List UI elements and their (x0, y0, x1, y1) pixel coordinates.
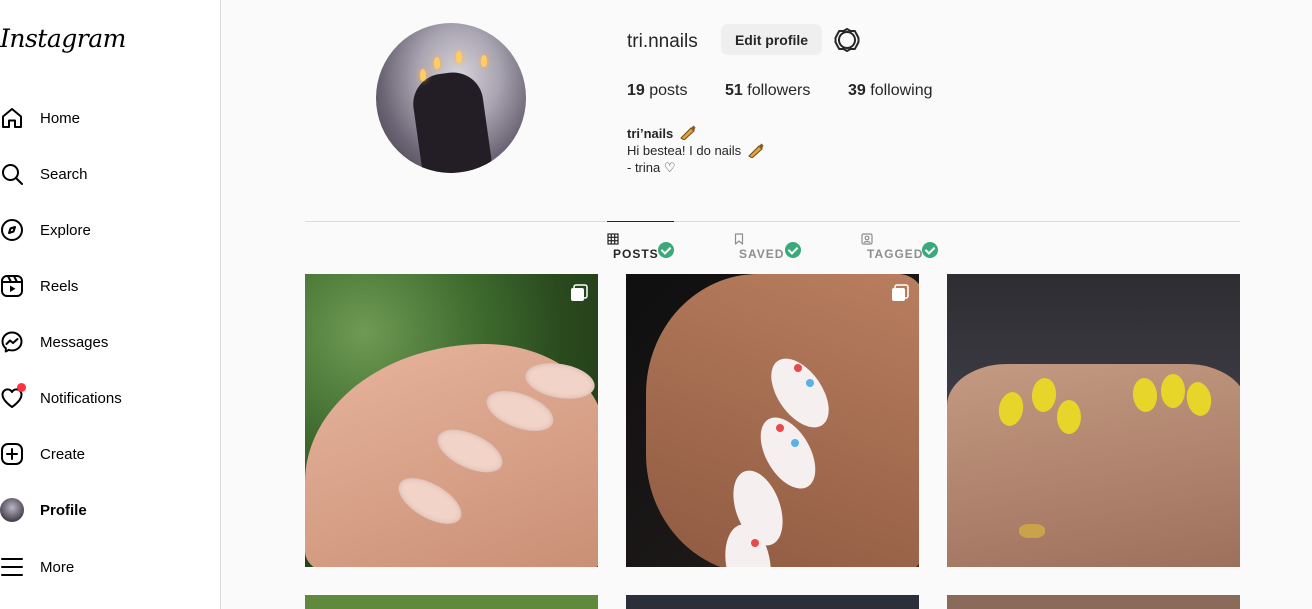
sidebar-item-notifications[interactable]: Notifications (0, 378, 210, 418)
multiple-images-icon (570, 284, 588, 302)
post-thumbnail[interactable] (626, 595, 919, 609)
sidebar-item-label: More (40, 558, 75, 576)
bio-line-2: - trina ♡ (627, 160, 676, 175)
hamburger-icon (0, 555, 24, 579)
sidebar-item-label: Notifications (40, 389, 122, 407)
search-icon (0, 162, 24, 186)
sidebar-item-search[interactable]: Search (0, 154, 210, 194)
settings-gear-icon[interactable] (834, 27, 860, 53)
heart-icon (0, 383, 26, 410)
sidebar: Instagram Home Search Explore Reels Mess… (0, 0, 221, 609)
post-thumbnail[interactable] (305, 595, 598, 609)
compass-icon (0, 218, 24, 242)
sidebar-item-label: Explore (40, 221, 91, 239)
sidebar-item-messages[interactable]: Messages (0, 322, 210, 362)
tab-label: TAGGED (867, 247, 924, 261)
nail-polish-icon (680, 125, 696, 141)
bio-display-name: tri’nails (627, 124, 697, 141)
post-thumbnail[interactable] (947, 595, 1240, 609)
multiple-images-icon (891, 284, 909, 302)
edit-profile-button[interactable]: Edit profile (721, 24, 822, 55)
sidebar-item-label: Profile (40, 501, 87, 519)
profile-picture[interactable] (376, 23, 526, 173)
sidebar-item-profile[interactable]: Profile (0, 490, 210, 530)
post-thumbnail[interactable] (947, 274, 1240, 567)
sidebar-item-create[interactable]: Create (0, 434, 210, 474)
sidebar-item-label: Messages (40, 333, 109, 351)
followers-count[interactable]: 51 followers (725, 82, 810, 100)
sidebar-item-home[interactable]: Home (0, 98, 210, 138)
sidebar-item-label: Reels (40, 277, 79, 295)
messenger-icon (0, 330, 24, 354)
sidebar-item-reels[interactable]: Reels (0, 266, 210, 306)
home-icon (0, 106, 24, 130)
profile-username: tri.nnails (627, 31, 698, 52)
reels-icon (0, 274, 24, 298)
check-icon (658, 242, 674, 258)
check-icon (785, 242, 801, 258)
sidebar-item-label: Search (40, 165, 88, 183)
tab-label: POSTS (613, 247, 659, 261)
post-thumbnail[interactable] (626, 274, 919, 567)
profile-avatar-icon (0, 498, 24, 522)
notification-badge (17, 383, 26, 392)
bookmark-icon (733, 232, 745, 245)
tagged-icon (861, 232, 873, 245)
bio-line-1: Hi bestea! I do nails (627, 142, 765, 159)
sidebar-item-label: Home (40, 109, 81, 127)
nail-polish-icon (748, 143, 764, 159)
tab-label: SAVED (739, 247, 785, 261)
post-thumbnail[interactable] (305, 274, 598, 567)
instagram-logo[interactable]: Instagram (0, 24, 126, 53)
following-count[interactable]: 39 following (848, 82, 933, 100)
sidebar-item-explore[interactable]: Explore (0, 210, 210, 250)
grid-icon (607, 232, 619, 245)
check-icon (922, 242, 938, 258)
tabs-divider (305, 221, 1240, 222)
sidebar-item-more[interactable]: More (0, 547, 210, 587)
sidebar-item-label: Create (40, 445, 86, 463)
posts-count: 19 posts (627, 82, 688, 99)
plus-square-icon (0, 442, 24, 466)
active-tab-indicator (607, 221, 674, 222)
